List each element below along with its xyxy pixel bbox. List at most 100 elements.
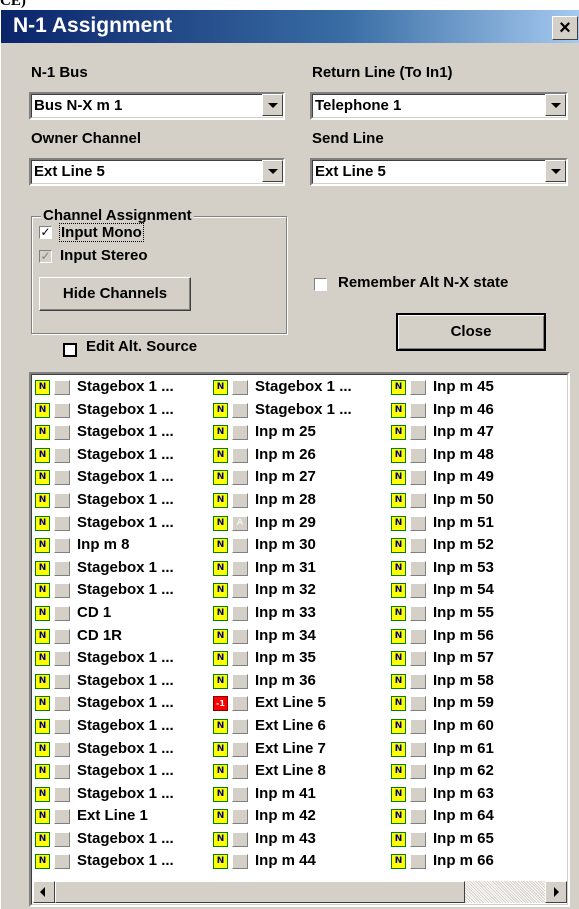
n-badge-icon[interactable]: N	[35, 605, 50, 621]
scroll-thumb[interactable]	[55, 881, 465, 903]
n-badge-icon[interactable]: N	[391, 786, 406, 802]
channel-toggle-box[interactable]	[232, 718, 248, 734]
channel-row[interactable]: N Inp m 59	[387, 692, 565, 715]
channel-row[interactable]: N Stagebox 1 ...	[31, 738, 209, 761]
n-badge-icon[interactable]: N	[391, 628, 406, 644]
channel-row[interactable]: N Inp m 62	[387, 760, 565, 783]
n-badge-icon[interactable]: N	[213, 402, 228, 418]
channel-toggle-box[interactable]	[232, 583, 248, 599]
channel-row[interactable]: N Inp m 31	[209, 557, 387, 580]
channel-row[interactable]: N Inp m 34	[209, 625, 387, 648]
n-badge-icon[interactable]: N	[35, 854, 50, 870]
n-badge-icon[interactable]: N	[391, 718, 406, 734]
n-badge-icon[interactable]: N	[391, 560, 406, 576]
channel-row[interactable]: N Inp m 50	[387, 489, 565, 512]
channel-row[interactable]: N Stagebox 1 ...	[31, 376, 209, 399]
channel-row[interactable]: N Inp m 55	[387, 602, 565, 625]
n-badge-icon[interactable]: N	[35, 786, 50, 802]
n-badge-icon[interactable]: N	[391, 425, 406, 441]
channel-toggle-box[interactable]	[54, 605, 70, 621]
channel-row[interactable]: N Ext Line 7	[209, 738, 387, 761]
n-badge-icon[interactable]: N	[35, 560, 50, 576]
n-badge-icon[interactable]: N	[213, 786, 228, 802]
n-badge-icon[interactable]: N	[213, 764, 228, 780]
n-badge-icon[interactable]: N	[213, 380, 228, 395]
channel-toggle-box[interactable]	[232, 786, 248, 802]
n-badge-icon[interactable]: N	[35, 492, 50, 508]
channel-toggle-box[interactable]	[232, 854, 248, 870]
n-badge-icon[interactable]: N	[213, 628, 228, 644]
channel-row[interactable]: N Inp m 44	[209, 850, 387, 873]
channel-toggle-box[interactable]	[410, 809, 426, 825]
channel-row[interactable]: N Inp m 30	[209, 534, 387, 557]
channel-toggle-box[interactable]	[54, 786, 70, 802]
n-badge-icon[interactable]: -1	[213, 696, 228, 712]
channel-row[interactable]: N Inp m 60	[387, 715, 565, 738]
channel-toggle-box[interactable]: A	[232, 515, 248, 531]
close-button[interactable]: Close	[396, 313, 546, 351]
edit-alt-source-checkbox[interactable]	[63, 343, 77, 357]
channel-row[interactable]: N Inp m 33	[209, 602, 387, 625]
chevron-down-icon[interactable]	[262, 94, 283, 116]
channel-row[interactable]: -1 Ext Line 5	[209, 692, 387, 715]
channel-row[interactable]: N Stagebox 1 ...	[31, 647, 209, 670]
channel-row[interactable]: N Stagebox 1 ...	[31, 557, 209, 580]
channel-row[interactable]: N Stagebox 1 ...	[31, 850, 209, 873]
channel-toggle-box[interactable]	[54, 470, 70, 486]
channel-row[interactable]: N Stagebox 1 ...	[31, 670, 209, 693]
channel-toggle-box[interactable]	[410, 764, 426, 780]
channel-toggle-box[interactable]	[410, 628, 426, 644]
channel-toggle-box[interactable]	[410, 854, 426, 870]
hide-channels-button[interactable]: Hide Channels	[39, 277, 191, 311]
n-badge-icon[interactable]: N	[391, 854, 406, 870]
channel-toggle-box[interactable]	[410, 718, 426, 734]
channel-toggle-box[interactable]	[232, 831, 248, 847]
channel-row[interactable]: N Inp m 32	[209, 579, 387, 602]
n-badge-icon[interactable]: N	[213, 515, 228, 531]
channel-row[interactable]: N Inp m 49	[387, 466, 565, 489]
channel-row[interactable]: N Inp m 66	[387, 850, 565, 873]
channel-row[interactable]: N Inp m 8	[31, 534, 209, 557]
input-mono-label[interactable]: Input Mono	[59, 223, 144, 242]
n-badge-icon[interactable]: N	[35, 809, 50, 825]
channel-row[interactable]: N Stagebox 1 ...	[31, 579, 209, 602]
channel-toggle-box[interactable]	[54, 651, 70, 667]
channel-row[interactable]: N Stagebox 1 ...	[31, 783, 209, 806]
channel-toggle-box[interactable]	[54, 696, 70, 712]
channel-row[interactable]: N Ext Line 8	[209, 760, 387, 783]
channel-toggle-box[interactable]	[410, 492, 426, 508]
channel-toggle-box[interactable]	[232, 651, 248, 667]
channel-row[interactable]: N Stagebox 1 ...	[31, 828, 209, 851]
n-badge-icon[interactable]: N	[35, 764, 50, 780]
channel-row[interactable]: N Inp m 46	[387, 399, 565, 422]
channel-row[interactable]: N Inp m 65	[387, 828, 565, 851]
channel-toggle-box[interactable]	[410, 515, 426, 531]
n-badge-icon[interactable]: N	[391, 492, 406, 508]
channel-toggle-box[interactable]	[54, 560, 70, 576]
n-badge-icon[interactable]: N	[213, 447, 228, 463]
n-badge-icon[interactable]: N	[391, 470, 406, 486]
channel-toggle-box[interactable]	[54, 628, 70, 644]
channel-toggle-box[interactable]	[232, 402, 248, 418]
channel-toggle-box[interactable]	[410, 786, 426, 802]
channel-toggle-box[interactable]	[232, 809, 248, 825]
n-badge-icon[interactable]: N	[213, 492, 228, 508]
channel-toggle-box[interactable]	[54, 380, 70, 395]
n-badge-icon[interactable]: N	[213, 470, 228, 486]
channel-toggle-box[interactable]	[232, 380, 248, 395]
channel-row[interactable]: N Ext Line 6	[209, 715, 387, 738]
channel-row[interactable]: N Inp m 43	[209, 828, 387, 851]
channel-row[interactable]: N Inp m 53	[387, 557, 565, 580]
n-badge-icon[interactable]: N	[213, 673, 228, 689]
n-badge-icon[interactable]: N	[213, 809, 228, 825]
channel-toggle-box[interactable]	[410, 380, 426, 395]
channel-row[interactable]: N Inp m 47	[387, 421, 565, 444]
channel-toggle-box[interactable]	[54, 854, 70, 870]
n-badge-icon[interactable]: N	[213, 854, 228, 870]
n-badge-icon[interactable]: N	[391, 605, 406, 621]
n-badge-icon[interactable]: N	[391, 696, 406, 712]
channel-toggle-box[interactable]	[410, 696, 426, 712]
channel-row[interactable]: N Stagebox 1 ...	[209, 376, 387, 399]
horizontal-scrollbar[interactable]	[33, 881, 567, 903]
n1-bus-dropdown[interactable]: Bus N-X m 1	[29, 92, 285, 120]
